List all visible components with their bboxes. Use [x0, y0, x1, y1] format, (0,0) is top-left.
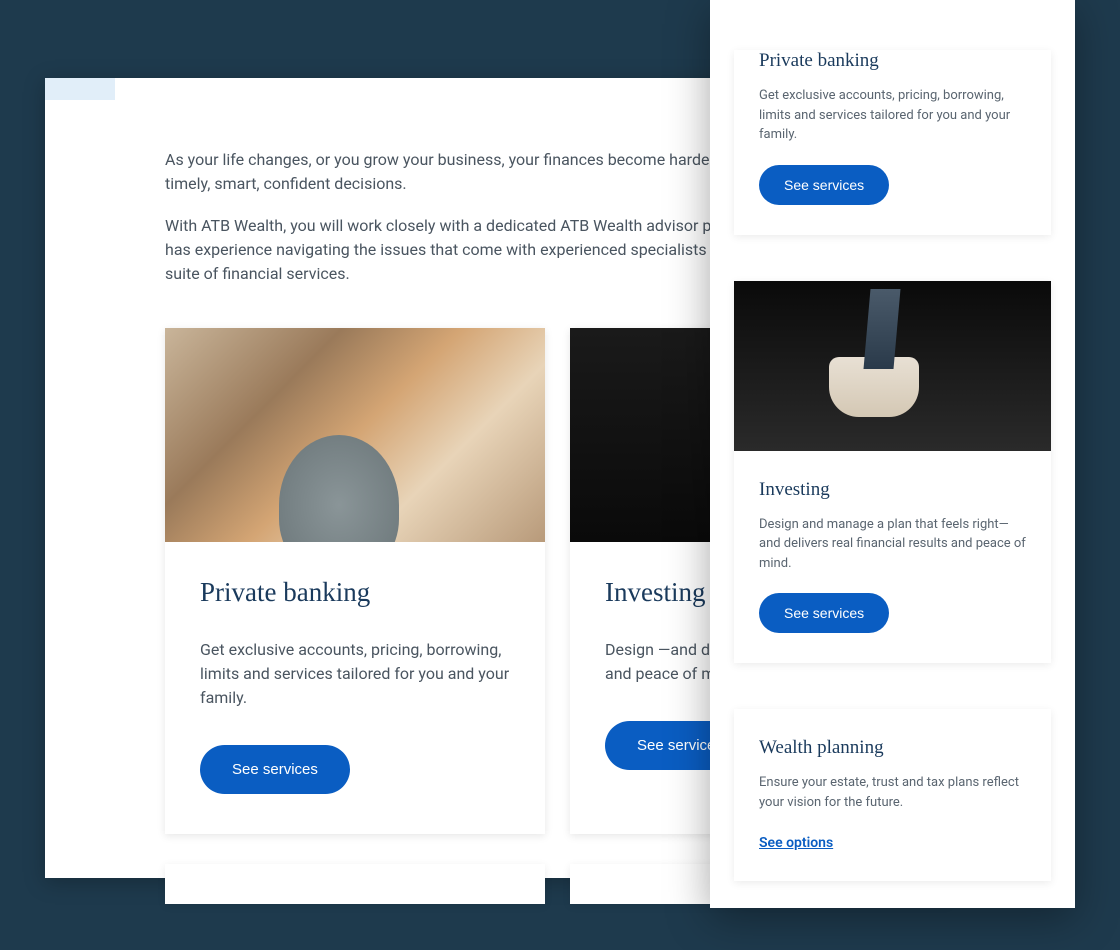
- mobile-card-private-banking: Private banking Get exclusive accounts, …: [734, 50, 1051, 235]
- card-title: Wealth planning: [759, 737, 1026, 759]
- card-title: Private banking: [200, 577, 510, 608]
- see-services-button[interactable]: See services: [759, 165, 889, 205]
- card-description: Design and manage a plan that feels righ…: [759, 515, 1026, 574]
- card-description: Ensure your estate, trust and tax plans …: [759, 773, 1026, 812]
- see-options-link[interactable]: See options: [759, 835, 833, 851]
- desktop-card-stub: [165, 864, 545, 904]
- card-image: [165, 328, 545, 542]
- card-title: Investing: [759, 479, 1026, 501]
- mobile-card-investing: Investing Design and manage a plan that …: [734, 281, 1051, 664]
- desktop-card-private-banking: Private banking Get exclusive accounts, …: [165, 328, 545, 834]
- mobile-card-wealth-planning: Wealth planning Ensure your estate, trus…: [734, 709, 1051, 881]
- see-services-button[interactable]: See services: [759, 593, 889, 633]
- see-services-button[interactable]: See services: [200, 745, 350, 794]
- card-description: Get exclusive accounts, pricing, borrowi…: [200, 638, 510, 710]
- card-description: Get exclusive accounts, pricing, borrowi…: [759, 86, 1026, 145]
- mobile-preview-frame: Private banking Get exclusive accounts, …: [710, 0, 1075, 908]
- mobile-content: Private banking Get exclusive accounts, …: [710, 0, 1075, 908]
- desktop-header-accent: [45, 78, 115, 100]
- card-title: Private banking: [759, 50, 1026, 72]
- card-image: [734, 281, 1051, 451]
